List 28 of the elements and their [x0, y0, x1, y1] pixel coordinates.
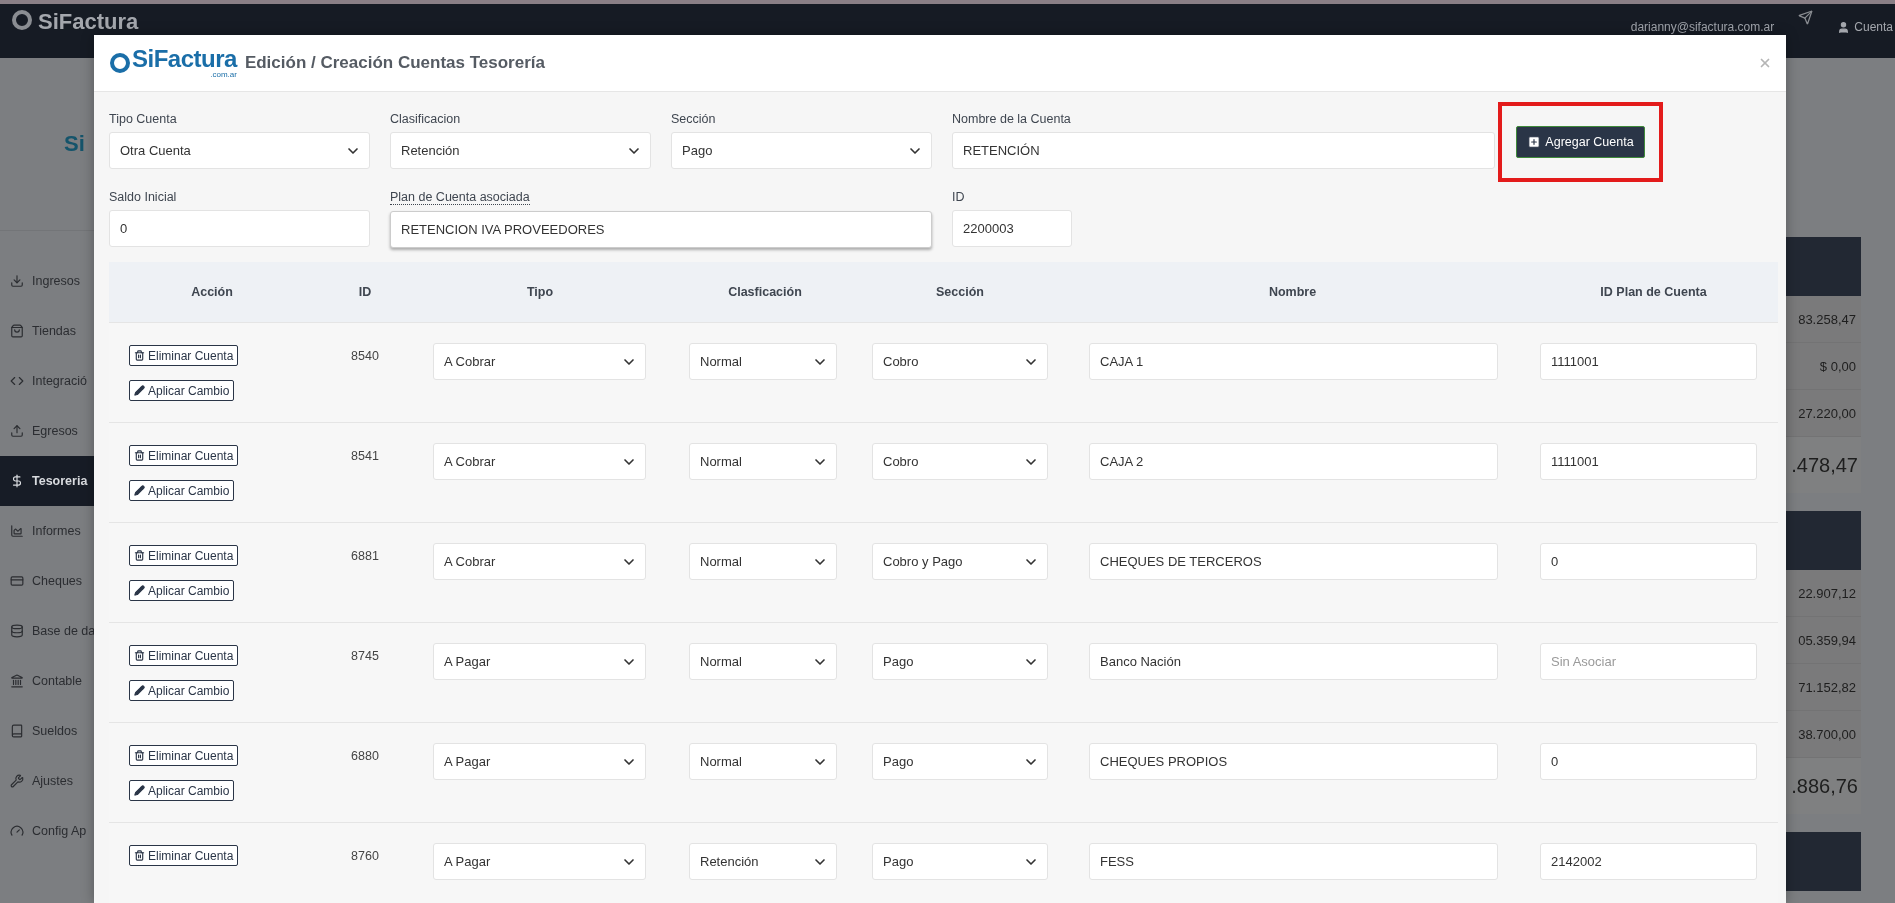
- column-header: ID: [358, 285, 372, 299]
- field-label: Clasificacion: [390, 112, 461, 126]
- column-header: Tipo: [526, 285, 554, 299]
- column-header: Nombre: [1268, 285, 1317, 299]
- total-amount: .478,47: [1785, 437, 1861, 493]
- modal-logo: SiFactura: [132, 47, 237, 71]
- app-logo: SiFactura: [38, 10, 139, 34]
- id-text: 8745: [351, 648, 379, 663]
- modal-title: Edición / Creación Cuentas Tesorería: [244, 53, 545, 73]
- total-amount: .886,76: [1785, 758, 1861, 814]
- id-text: 6881: [351, 548, 379, 563]
- column-header: Sección: [936, 285, 984, 299]
- user-email: darianny@sifactura.com.ar: [1630, 20, 1775, 34]
- id-text: 8760: [351, 848, 379, 863]
- field-label: Saldo Inicial: [109, 190, 177, 204]
- id-text: 6880: [351, 748, 379, 763]
- column-header: ID Plan de Cuenta: [1600, 285, 1707, 299]
- field-label: Plan de Cuenta asociada: [390, 190, 530, 205]
- sidebar-logo: Si: [64, 131, 85, 157]
- field-label: Nombre de la Cuenta: [952, 112, 1071, 126]
- id-text: 8540: [351, 348, 379, 363]
- field-label: Sección: [671, 112, 716, 126]
- logo-subtext: .com.ar: [210, 71, 237, 79]
- field-label: Tipo Cuenta: [109, 112, 177, 126]
- id-text: 8541: [351, 448, 379, 463]
- column-header: Acción: [191, 285, 233, 299]
- field-label: ID: [952, 190, 965, 204]
- column-header: Clasficación: [728, 285, 802, 299]
